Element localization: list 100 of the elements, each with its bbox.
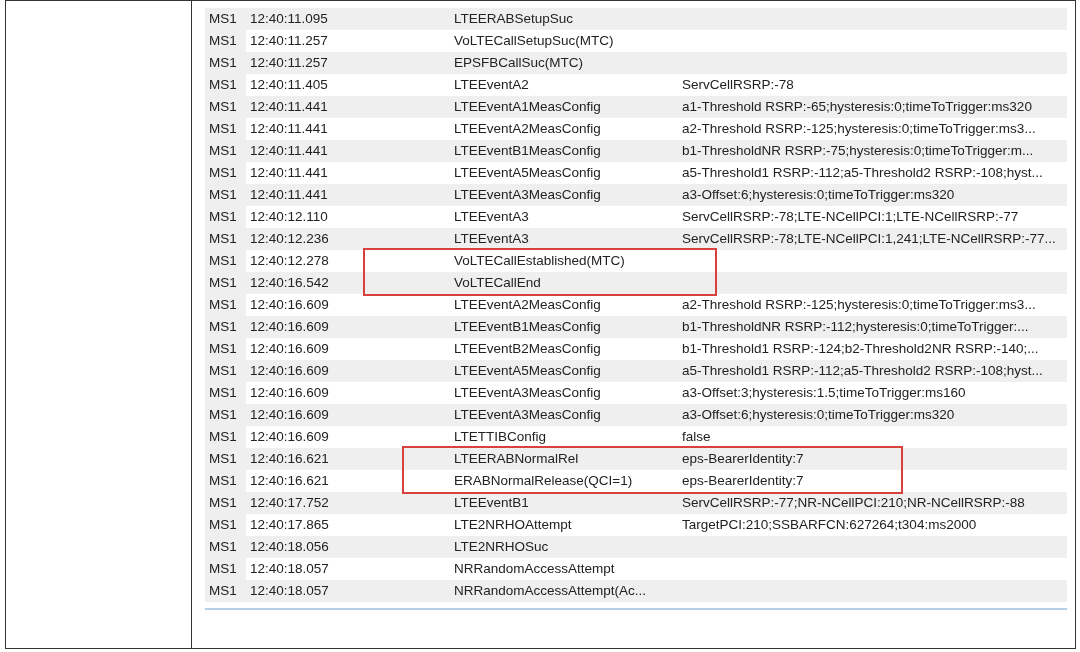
table-cell-text: 12:40:16.621 xyxy=(249,450,330,468)
table-cell-text: MS1 xyxy=(208,494,238,512)
table-cell-text: ServCellRSRP:-78 xyxy=(681,76,795,94)
table-cell-text: LTEEventA3 xyxy=(453,230,530,248)
table-cell: MS1 xyxy=(205,382,246,404)
table-cell: MS1 xyxy=(205,118,246,140)
table-cell: MS1 xyxy=(205,162,246,184)
table-cell-text: eps-BearerIdentity:7 xyxy=(681,450,805,468)
table-cell-text: ServCellRSRP:-77;NR-NCellPCI:210;NR-NCellRSRP:-88 xyxy=(681,494,1026,512)
table-cell-text: 12:40:16.609 xyxy=(249,384,330,402)
table-cell-text: b1-Threshold1 RSRP:-124;b2-Threshold2NR RSRP:-140;... xyxy=(681,340,1040,358)
table-cell-text: ServCellRSRP:-78;LTE-NCellPCI:1,241;LTE-NCellRSRP:-77... xyxy=(681,230,1057,248)
table-cell-text: LTEEventA2 xyxy=(453,76,530,94)
table-cell-text: 12:40:16.542 xyxy=(249,274,330,292)
table-cell-text: ServCellRSRP:-78;LTE-NCellPCI:1;LTE-NCellRSRP:-77 xyxy=(681,208,1020,226)
table-cell-text: 12:40:12.110 xyxy=(249,208,329,226)
table-cell-text: EPSFBCallSuc(MTC) xyxy=(453,54,584,72)
table-cell-text: LTEEventB1MeasConfig xyxy=(453,318,602,336)
table-cell-text: a3-Offset:6;hysteresis:0;timeToTrigger:ms320 xyxy=(681,406,956,424)
table-cell-text: NRRandomAccessAttempt(Ac... xyxy=(453,582,648,600)
table-cell-text: LTEEventA3MeasConfig xyxy=(453,186,602,204)
table-cell-text: LTEEventA3MeasConfig xyxy=(453,384,602,402)
table-cell-text: a1-Threshold RSRP:-65;hysteresis:0;timeToTrigger:ms320 xyxy=(681,98,1033,116)
table-cell: MS1 xyxy=(205,206,246,228)
table-cell: MS1 xyxy=(205,338,246,360)
table-cell: MS1 xyxy=(205,294,246,316)
table-cell-text: LTEEventB2MeasConfig xyxy=(453,340,602,358)
table-cell-text: b1-ThresholdNR RSRP:-112;hysteresis:0;timeToTrigger:... xyxy=(681,318,1030,336)
table-cell-text: 12:40:16.621 xyxy=(249,472,330,490)
table-cell-text: 12:40:18.057 xyxy=(249,560,330,578)
table-cell-text: 12:40:18.056 xyxy=(249,538,330,556)
table-cell-text: 12:40:11.257 xyxy=(249,54,329,72)
table-cell: MS1 xyxy=(205,558,246,580)
table-cell-text: LTE2NRHOSuc xyxy=(453,538,550,556)
table-cell: MS1 xyxy=(205,30,246,52)
table-cell-text: ERABNormalRelease(QCI=1) xyxy=(453,472,634,490)
table-cell-text: 12:40:12.278 xyxy=(249,252,330,270)
table-cell-text: MS1 xyxy=(208,406,238,424)
table-cell-text: LTEEventA2MeasConfig xyxy=(453,120,602,138)
table-cell: MS1 xyxy=(205,470,246,492)
table-cell-text: LTE2NRHOAttempt xyxy=(453,516,573,534)
table-cell-text: a3-Offset:6;hysteresis:0;timeToTrigger:ms320 xyxy=(681,186,956,204)
table-cell-text: LTEEventA1MeasConfig xyxy=(453,98,602,116)
table-cell-text: 12:40:12.236 xyxy=(249,230,330,248)
table-cell-text: 12:40:11.095 xyxy=(249,10,329,28)
table-cell-text: eps-BearerIdentity:7 xyxy=(681,472,805,490)
table-cell-text: LTEEventA3 xyxy=(453,208,530,226)
table-cell: MS1 xyxy=(205,426,246,448)
table-cell-text: MS1 xyxy=(208,10,238,28)
table-cell-text: MS1 xyxy=(208,274,238,292)
table-cell-text: LTEEventB1MeasConfig xyxy=(453,142,602,160)
table-cell-text: LTEERABNormalRel xyxy=(453,450,580,468)
table-cell-text: 12:40:16.609 xyxy=(249,340,330,358)
table-cell-text: a5-Threshold1 RSRP:-112;a5-Threshold2 RSRP:-108;hyst... xyxy=(681,362,1044,380)
table-cell-text: 12:40:17.865 xyxy=(249,516,330,534)
table-cell-text: LTEEventA2MeasConfig xyxy=(453,296,602,314)
table-cell-text: MS1 xyxy=(208,54,238,72)
table-cell-text: MS1 xyxy=(208,538,238,556)
table-cell-text: 12:40:16.609 xyxy=(249,362,330,380)
table-cell-text: a5-Threshold1 RSRP:-112;a5-Threshold2 RSRP:-108;hyst... xyxy=(681,164,1044,182)
table-cell-text: 12:40:11.257 xyxy=(249,32,329,50)
table-cell-text: MS1 xyxy=(208,450,238,468)
table-cell-text: 12:40:11.441 xyxy=(249,120,329,138)
table-cell: MS1 xyxy=(205,514,246,536)
table-cell-text: 12:40:11.405 xyxy=(249,76,329,94)
table-cell-text: MS1 xyxy=(208,230,238,248)
table-cell-text: 12:40:16.609 xyxy=(249,428,330,446)
table-cell-text: LTEEventA5MeasConfig xyxy=(453,362,602,380)
table-cell-text: a2-Threshold RSRP:-125;hysteresis:0;timeToTrigger:ms3... xyxy=(681,120,1037,138)
table-cell: MS1 xyxy=(205,74,246,96)
table-cell-text: NRRandomAccessAttempt xyxy=(453,560,616,578)
table-cell-text: TargetPCI:210;SSBARFCN:627264;t304:ms2000 xyxy=(681,516,978,534)
table-cell-text: LTEEventB1 xyxy=(453,494,530,512)
table-cell-text: 12:40:18.057 xyxy=(249,582,330,600)
table-cell-text: a3-Offset:3;hysteresis:1.5;timeToTrigger:ms160 xyxy=(681,384,967,402)
table-cell-text: LTEEventA3MeasConfig xyxy=(453,406,602,424)
table-cell-text: MS1 xyxy=(208,318,238,336)
table-cell-text: VoLTECallEnd xyxy=(453,274,542,292)
table-cell-text: false xyxy=(681,428,712,446)
table-cell-text: b1-ThresholdNR RSRP:-75;hysteresis:0;timeToTrigger:m... xyxy=(681,142,1035,160)
table-cell-text: MS1 xyxy=(208,582,238,600)
table-cell-text: VoLTECallSetupSuc(MTC) xyxy=(453,32,615,50)
table-cell-text: a2-Threshold RSRP:-125;hysteresis:0;timeToTrigger:ms3... xyxy=(681,296,1037,314)
table-cell-text: 12:40:11.441 xyxy=(249,142,329,160)
table-cell-text: 12:40:16.609 xyxy=(249,406,330,424)
table-cell-text: 12:40:16.609 xyxy=(249,318,330,336)
table-cell-text: 12:40:17.752 xyxy=(249,494,330,512)
table-cell-text: LTETTIBConfig xyxy=(453,428,548,446)
table-cell-text: 12:40:11.441 xyxy=(249,164,329,182)
table-cell-text: MS1 xyxy=(208,98,238,116)
table-cell-text: 12:40:16.609 xyxy=(249,296,330,314)
table-cell-text: 12:40:11.441 xyxy=(249,98,329,116)
table-cell-text: LTEEventA5MeasConfig xyxy=(453,164,602,182)
table-cell-text: VoLTECallEstablished(MTC) xyxy=(453,252,626,270)
table-cell-text: 12:40:11.441 xyxy=(249,186,329,204)
table-cell-text: LTEERABSetupSuc xyxy=(453,10,575,28)
table-cell-text: MS1 xyxy=(208,362,238,380)
table-cell-text: MS1 xyxy=(208,142,238,160)
table-cell-text: MS1 xyxy=(208,186,238,204)
table-cell: MS1 xyxy=(205,250,246,272)
